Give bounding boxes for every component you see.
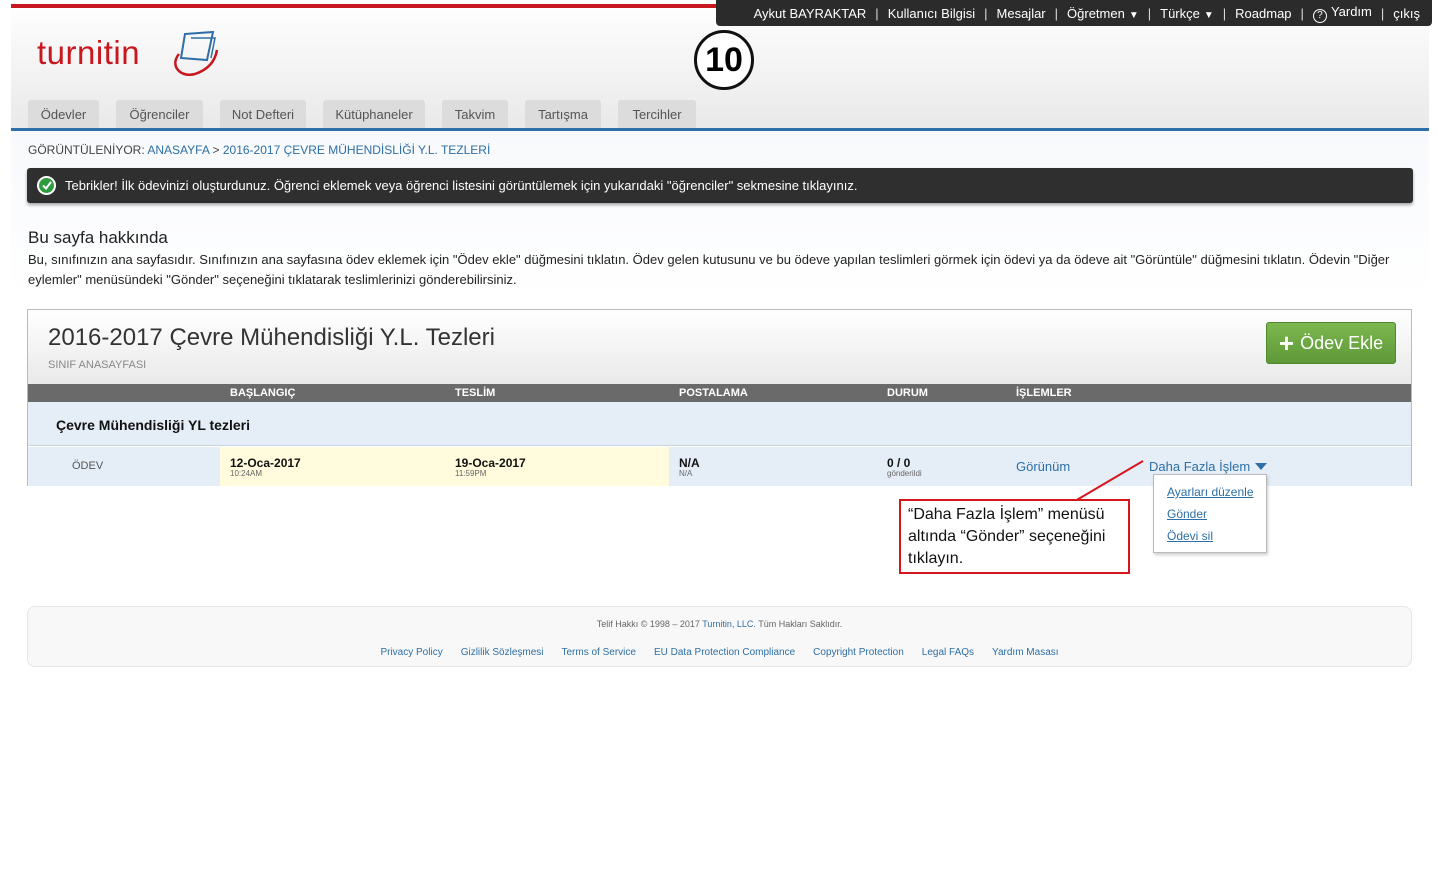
- privacy-agreement-link[interactable]: Gizlilik Sözleşmesi: [461, 647, 544, 658]
- folder-row[interactable]: Çevre Mühendisliği YL tezleri: [28, 402, 1411, 446]
- add-assignment-button[interactable]: + Ödev Ekle: [1266, 322, 1396, 364]
- breadcrumb: GÖRÜNTÜLENİYOR: ANASAYFA > 2016-2017 ÇEV…: [28, 143, 490, 157]
- separator: |: [1147, 5, 1152, 21]
- user-name-link[interactable]: Aykut BAYRAKTAR: [754, 6, 867, 21]
- submission-count: 0 / 0: [887, 456, 911, 470]
- due-time: 11:59PM: [455, 469, 487, 478]
- dates-cell: 12-Oca-2017 10:24AM 19-Oca-2017 11:59PM: [220, 447, 669, 486]
- more-actions-label: Daha Fazla İşlem: [1149, 459, 1251, 474]
- main-tabs: Ödevler Öğrenciler Not Defteri Kütüphane…: [28, 100, 713, 129]
- class-header: 2016-2017 Çevre Mühendisliği Y.L. Tezler…: [28, 310, 1411, 384]
- tab-students[interactable]: Öğrenciler: [116, 100, 203, 129]
- assignment-type: ÖDEV: [72, 460, 104, 472]
- start-date: 12-Oca-2017: [230, 456, 301, 470]
- breadcrumb-separator: >: [209, 143, 223, 157]
- logo-text: turnitin: [37, 34, 141, 71]
- copyright: Telif Hakkı © 1998 – 2017 Turnitin, LLC.…: [596, 619, 843, 629]
- copyright-protection-link[interactable]: Copyright Protection: [813, 647, 904, 658]
- edit-settings-option[interactable]: Ayarları düzenle: [1167, 485, 1254, 499]
- language-menu[interactable]: Türkçe ▼: [1160, 6, 1214, 21]
- check-circle-icon: [37, 176, 56, 195]
- role-menu[interactable]: Öğretmen ▼: [1067, 6, 1139, 21]
- language-menu-label: Türkçe: [1160, 5, 1200, 21]
- separator: |: [1380, 5, 1385, 21]
- col-post: POSTALAMA: [679, 387, 748, 399]
- col-status: DURUM: [887, 387, 928, 399]
- class-panel: 2016-2017 Çevre Mühendisliği Y.L. Tezler…: [27, 309, 1412, 486]
- separator: |: [1300, 5, 1304, 21]
- plus-icon: +: [1278, 328, 1295, 358]
- separator: |: [875, 5, 879, 21]
- messages-link[interactable]: Mesajlar: [997, 6, 1046, 21]
- help-link[interactable]: ? Yardım: [1312, 3, 1372, 23]
- column-header: BAŞLANGIÇ TESLİM POSTALAMA DURUM İŞLEMLE…: [28, 384, 1411, 402]
- tab-calendar[interactable]: Takvim: [442, 100, 508, 129]
- logout-link[interactable]: çıkış: [1393, 6, 1420, 21]
- legal-faqs-link[interactable]: Legal FAQs: [922, 647, 974, 658]
- footer: Telif Hakkı © 1998 – 2017 Turnitin, LLC.…: [27, 606, 1412, 667]
- tab-preferences[interactable]: Tercihler: [618, 100, 696, 129]
- class-subtitle: SINIF ANASAYFASI: [48, 359, 147, 371]
- tab-discussion[interactable]: Tartışma: [525, 100, 601, 129]
- tab-libraries[interactable]: Kütüphaneler: [323, 100, 425, 129]
- terms-link[interactable]: Terms of Service: [562, 647, 636, 658]
- submission-label: gönderildi: [887, 469, 922, 478]
- about-title: Bu sayfa hakkında: [28, 228, 168, 247]
- help-label: Yardım: [1330, 3, 1372, 19]
- separator: |: [1222, 5, 1227, 21]
- breadcrumb-prefix: GÖRÜNTÜLENİYOR:: [28, 143, 148, 157]
- user-info-link[interactable]: Kullanıcı Bilgisi: [888, 6, 975, 21]
- caret-down-icon: ▼: [1203, 9, 1214, 21]
- post-time: N/A: [679, 469, 693, 478]
- caret-down-icon: ▼: [1128, 9, 1139, 21]
- due-date: 19-Oca-2017: [455, 456, 526, 470]
- add-assignment-label: Ödev Ekle: [1300, 332, 1384, 353]
- role-menu-label: Öğretmen: [1067, 5, 1125, 21]
- help-icon: ?: [1312, 8, 1327, 23]
- folder-name: Çevre Mühendisliği YL tezleri: [56, 417, 250, 433]
- alert-text: Tebrikler! İlk ödevinizi oluşturdunuz. Ö…: [65, 178, 858, 193]
- step-number-badge: 10: [694, 30, 754, 90]
- turnitin-logo[interactable]: turnitin: [37, 28, 227, 84]
- start-time: 10:24AM: [230, 469, 263, 478]
- submit-option[interactable]: Gönder: [1167, 507, 1207, 521]
- separator: |: [984, 5, 988, 21]
- caret-down-icon: [1255, 463, 1268, 470]
- roadmap-link[interactable]: Roadmap: [1235, 6, 1291, 21]
- eu-data-protection-link[interactable]: EU Data Protection Compliance: [654, 647, 795, 658]
- view-link[interactable]: Görünüm: [1016, 459, 1070, 474]
- col-start: BAŞLANGIÇ: [230, 387, 296, 399]
- success-alert: Tebrikler! İlk ödevinizi oluşturdunuz. Ö…: [27, 168, 1413, 203]
- footer-links: Privacy Policy Gizlilik Sözleşmesi Terms…: [28, 647, 1411, 658]
- logo-mark-icon: [174, 30, 219, 77]
- separator: |: [1054, 5, 1059, 21]
- tab-assignments[interactable]: Ödevler: [28, 100, 99, 129]
- about-text: Bu, sınıfınızın ana sayfasıdır. Sınıfını…: [28, 252, 1390, 287]
- more-actions-menu[interactable]: Daha Fazla İşlem: [1149, 459, 1268, 474]
- privacy-policy-link[interactable]: Privacy Policy: [380, 647, 442, 658]
- col-actions: İŞLEMLER: [1016, 387, 1072, 399]
- more-actions-dropdown: Ayarları düzenle Gönder Ödevi sil: [1153, 474, 1267, 553]
- class-title: 2016-2017 Çevre Mühendisliği Y.L. Tezler…: [48, 324, 495, 351]
- breadcrumb-home[interactable]: ANASAYFA: [147, 143, 209, 157]
- help-desk-link[interactable]: Yardım Masası: [992, 647, 1059, 658]
- tab-gradebook[interactable]: Not Defteri: [220, 100, 306, 129]
- instruction-callout: “Daha Fazla İşlem” menüsü altında “Gönde…: [899, 499, 1130, 574]
- brand-strip: [11, 4, 721, 8]
- top-nav-bar: Aykut BAYRAKTAR | Kullanıcı Bilgisi | Me…: [716, 0, 1432, 26]
- delete-assignment-option[interactable]: Ödevi sil: [1167, 529, 1213, 543]
- breadcrumb-current[interactable]: 2016-2017 ÇEVRE MÜHENDİSLİĞİ Y.L. TEZLER…: [223, 143, 490, 157]
- col-due: TESLİM: [455, 387, 496, 399]
- post-date: N/A: [679, 456, 700, 470]
- turnitin-llc-link[interactable]: Turnitin, LLC: [702, 619, 753, 629]
